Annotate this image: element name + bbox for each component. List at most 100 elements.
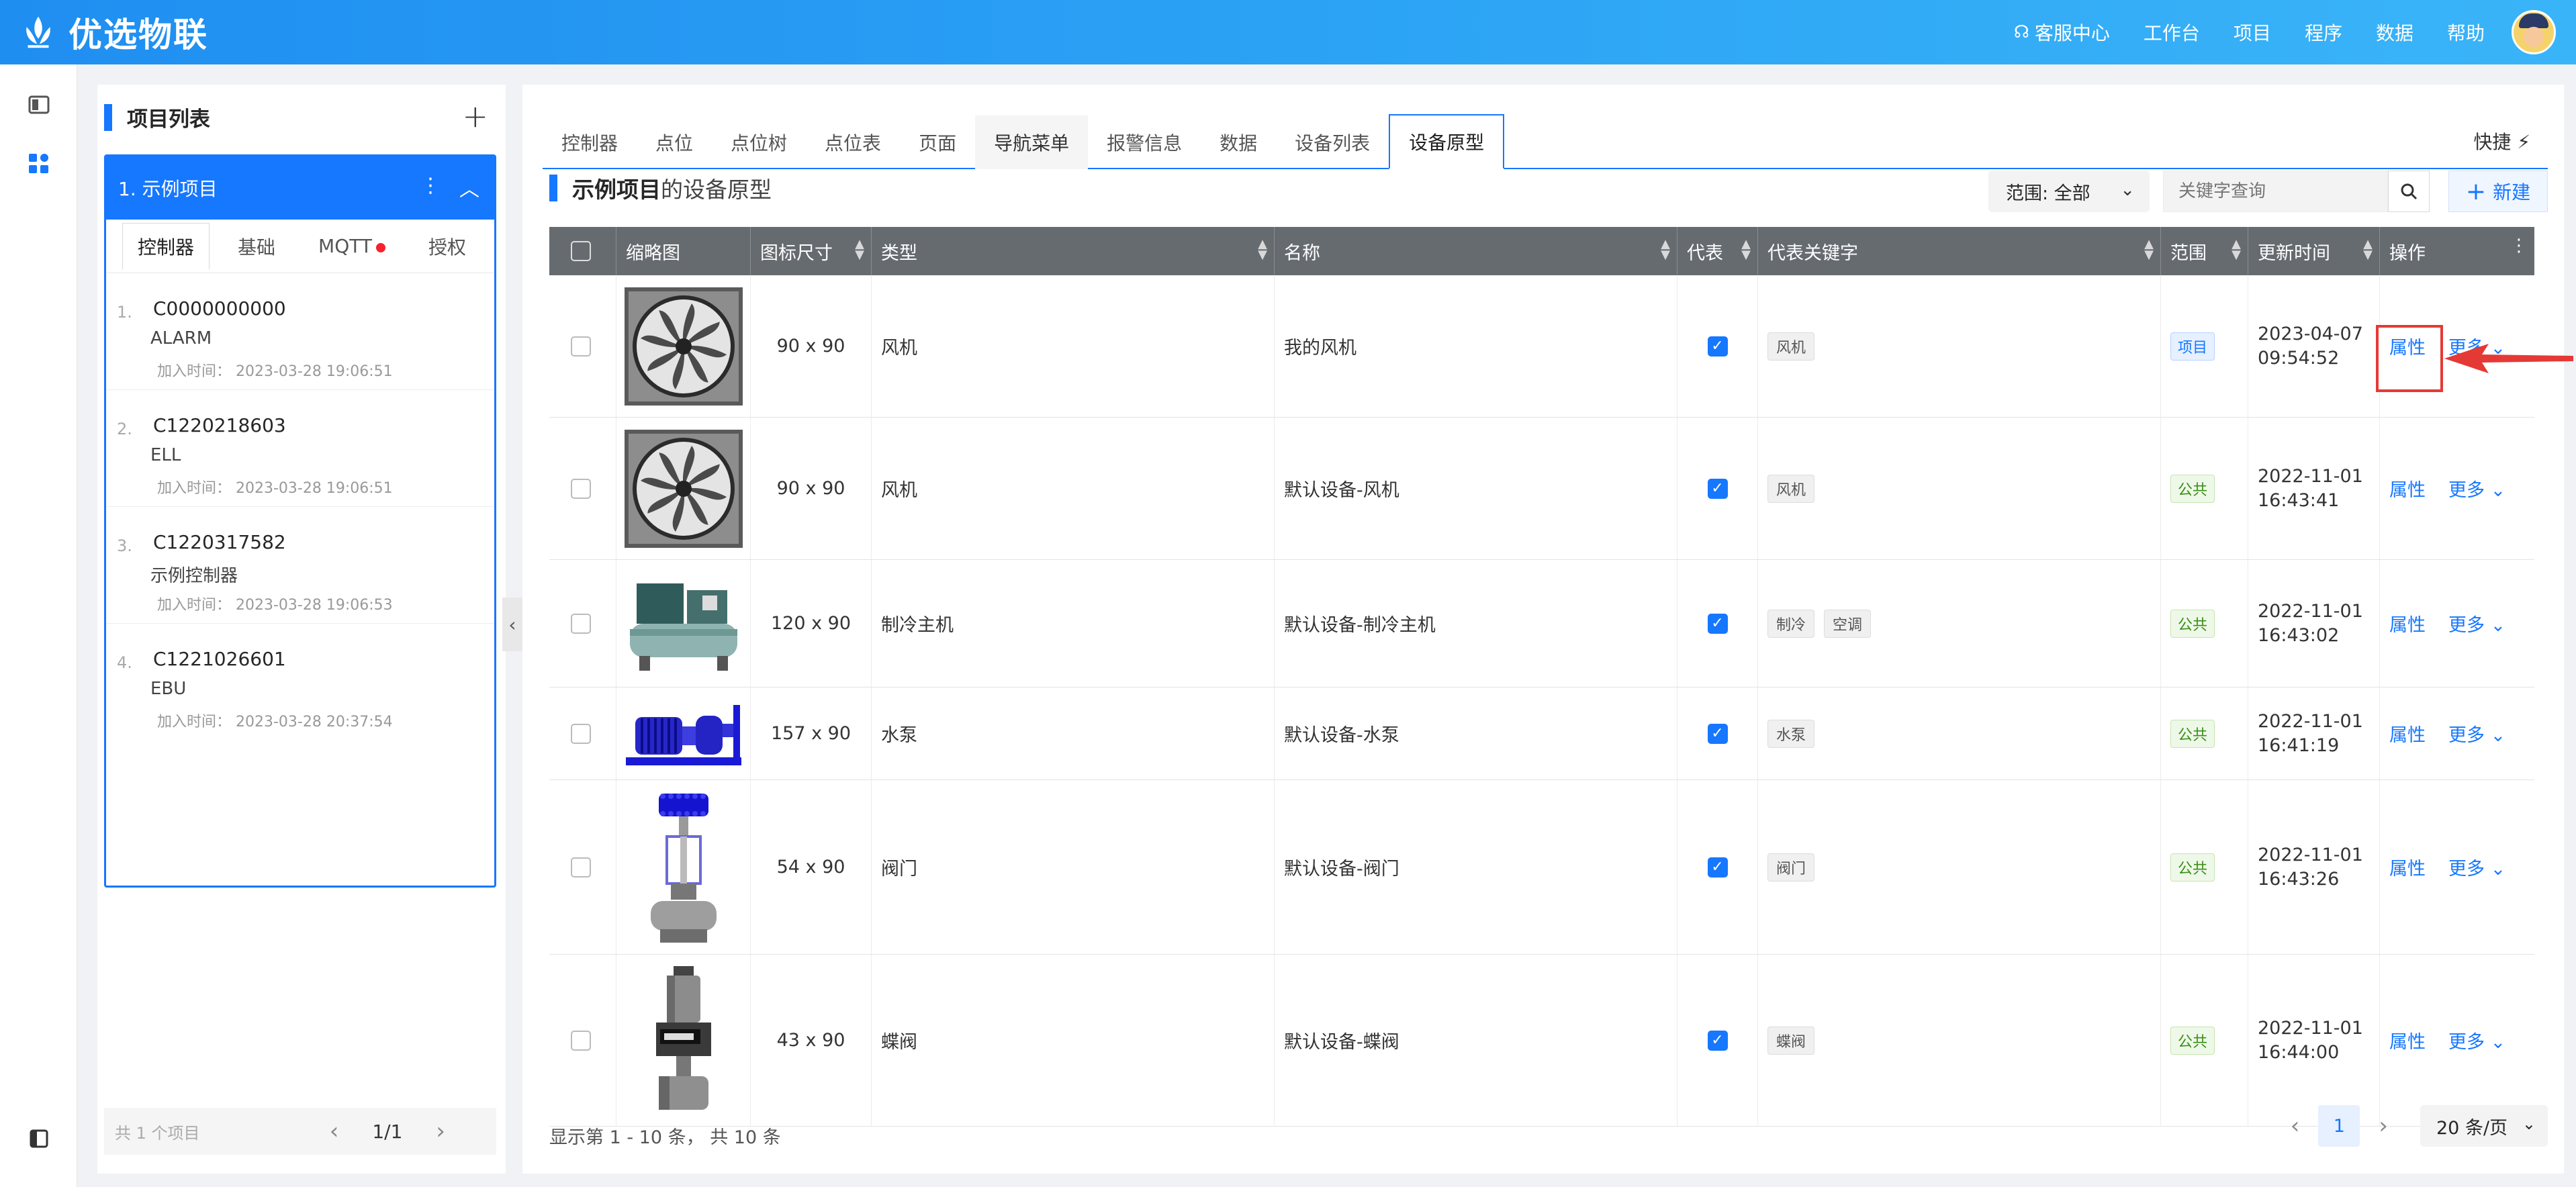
header-size[interactable]: 图标尺寸 ▲ ▼ — [751, 227, 872, 275]
header-representative[interactable]: 代表 ▲ ▼ — [1677, 227, 1758, 275]
new-button[interactable]: + 新建 — [2448, 171, 2548, 212]
table-row[interactable]: 157 x 90 水泵 默认设备-水泵 ✓ 水泵 公共 2022-11-01 16… — [549, 687, 2534, 780]
thumbnail[interactable] — [616, 955, 751, 1126]
header-name[interactable]: 名称 ▲ ▼ — [1275, 227, 1677, 275]
table-row[interactable]: 120 x 90 制冷主机 默认设备-制冷主机 ✓ 制冷 空调 公共 2022-1… — [549, 560, 2534, 687]
more-vertical-icon[interactable]: ⋮ — [2510, 237, 2528, 254]
subtab-mqtt[interactable]: MQTT — [304, 226, 400, 267]
book-icon[interactable] — [27, 93, 51, 117]
header-keywords[interactable]: 代表关键字 ▲ ▼ — [1758, 227, 2161, 275]
project-card-header[interactable]: 1. 示例项目 ⋮ ︿ — [106, 156, 494, 220]
avatar[interactable] — [2512, 10, 2556, 54]
sort-icon: ▲ ▼ — [1741, 237, 1751, 262]
tab-device-list[interactable]: 设备列表 — [1276, 115, 1389, 169]
thumbnail[interactable] — [616, 780, 751, 954]
attr-link[interactable]: 属性 — [2389, 854, 2426, 880]
page-1-button[interactable]: 1 — [2318, 1105, 2360, 1147]
tab-point-tree[interactable]: 点位树 — [712, 115, 806, 169]
chevron-right-icon[interactable]: › — [436, 1118, 445, 1145]
tab-page[interactable]: 页面 — [900, 115, 975, 169]
device-type: 风机 — [872, 418, 1275, 559]
controller-name: ELL — [150, 445, 181, 465]
nav-service-center[interactable]: ☊ 客服中心 — [2014, 19, 2110, 46]
representative-checkbox[interactable]: ✓ — [1707, 478, 1728, 499]
attr-link[interactable]: 属性 — [2389, 610, 2426, 636]
representative-cell: ✓ — [1677, 418, 1758, 559]
representative-checkbox[interactable]: ✓ — [1707, 857, 1728, 877]
attr-link[interactable]: 属性 — [2389, 720, 2426, 747]
row-checkbox[interactable] — [571, 613, 591, 634]
row-checkbox[interactable] — [571, 723, 591, 744]
chevron-left-icon[interactable]: ‹ — [330, 1118, 339, 1145]
more-vertical-icon[interactable]: ⋮ — [420, 174, 441, 197]
representative-checkbox[interactable]: ✓ — [1707, 1030, 1728, 1051]
subtab-controller[interactable]: 控制器 — [122, 222, 210, 270]
more-dropdown[interactable]: 更多 ⌄ — [2448, 610, 2505, 636]
controller-time: 加入时间： 2023-03-28 20:37:54 — [157, 714, 393, 730]
sort-icon: ▲ ▼ — [1661, 237, 1670, 262]
representative-checkbox[interactable]: ✓ — [1707, 336, 1728, 357]
row-checkbox[interactable] — [571, 336, 591, 357]
header-scope[interactable]: 范围 ▲ ▼ — [2161, 227, 2248, 275]
list-item[interactable]: 4. C1221026601 EBU 加入时间： 2023-03-28 20:3… — [106, 624, 494, 741]
tab-alarm[interactable]: 报警信息 — [1088, 115, 1201, 169]
more-dropdown[interactable]: 更多 ⌄ — [2448, 475, 2505, 502]
thumbnail[interactable] — [616, 275, 751, 417]
list-item[interactable]: 2. C1220218603 ELL 加入时间： 2023-03-28 19:0… — [106, 390, 494, 507]
page-size-select[interactable]: 20 条/页 ⌄ — [2420, 1105, 2548, 1147]
updated-cell: 2022-11-01 16:41:19 — [2248, 687, 2380, 779]
subtab-auth[interactable]: 授权 — [414, 224, 481, 269]
representative-checkbox[interactable]: ✓ — [1707, 613, 1728, 634]
project-list-panel: 项目列表 + 1. 示例项目 ⋮ ︿ 控制器 基础 MQTT 授权 1. C00… — [97, 85, 506, 1174]
nav-workbench[interactable]: 工作台 — [2144, 19, 2200, 46]
chevron-right-icon[interactable]: › — [2379, 1112, 2388, 1139]
row-checkbox[interactable] — [571, 857, 591, 877]
thumbnail[interactable] — [616, 560, 751, 687]
select-all-checkbox[interactable] — [571, 241, 591, 261]
thumbnail[interactable] — [616, 687, 751, 779]
more-dropdown[interactable]: 更多 ⌄ — [2448, 854, 2505, 880]
project-card: 1. 示例项目 ⋮ ︿ 控制器 基础 MQTT 授权 1. C000000000… — [104, 154, 496, 888]
tab-controller[interactable]: 控制器 — [543, 115, 637, 169]
search-input[interactable] — [2163, 171, 2388, 212]
attr-link[interactable]: 属性 — [2389, 1027, 2426, 1053]
tab-data[interactable]: 数据 — [1201, 115, 1276, 169]
list-item[interactable]: 1. C0000000000 ALARM 加入时间： 2023-03-28 19… — [106, 273, 494, 390]
tab-device-prototype[interactable]: 设备原型 — [1389, 114, 1505, 169]
panel-toggle-icon[interactable] — [27, 1127, 51, 1151]
quick-button[interactable]: 快捷 ⚡ — [2473, 128, 2530, 154]
nav-program[interactable]: 程序 — [2305, 19, 2342, 46]
add-project-button[interactable]: + — [462, 98, 488, 134]
updated-cell: 2022-11-01 16:43:26 — [2248, 780, 2380, 954]
row-checkbox[interactable] — [571, 1030, 591, 1051]
updated-time: 16:43:02 — [2258, 624, 2340, 646]
nav-project[interactable]: 项目 — [2234, 19, 2271, 46]
nav-help[interactable]: 帮助 — [2447, 19, 2485, 46]
nav-data[interactable]: 数据 — [2376, 19, 2413, 46]
table-row[interactable]: 43 x 90 蝶阀 默认设备-蝶阀 ✓ 蝶阀 公共 2022-11-01 16:… — [549, 955, 2534, 1127]
more-dropdown[interactable]: 更多 ⌄ — [2448, 1027, 2505, 1053]
header-updated[interactable]: 更新时间 ▲ ▼ — [2248, 227, 2380, 275]
representative-checkbox[interactable]: ✓ — [1707, 723, 1728, 744]
dashboard-icon[interactable] — [27, 152, 51, 176]
attr-link[interactable]: 属性 — [2389, 475, 2426, 502]
thumbnail[interactable] — [616, 418, 751, 559]
collapse-panel-button[interactable]: ‹ — [502, 598, 522, 651]
header-type[interactable]: 类型 ▲ ▼ — [872, 227, 1275, 275]
table-row[interactable]: 90 x 90 风机 我的风机 ✓ 风机 项目 2023-04-07 09:54:… — [549, 275, 2534, 418]
list-item[interactable]: 3. C1220317582 示例控制器 加入时间： 2023-03-28 19… — [106, 507, 494, 624]
app-logo[interactable]: 优选物联 — [19, 8, 208, 56]
table-row[interactable]: 54 x 90 阀门 默认设备-阀门 ✓ 阀门 公共 2022-11-01 16:… — [549, 780, 2534, 955]
subtab-basic[interactable]: 基础 — [223, 224, 290, 269]
tab-nav-menu[interactable]: 导航菜单 — [975, 115, 1089, 169]
scope-select[interactable]: 范围: 全部 ⌄ — [1988, 171, 2150, 212]
row-checkbox[interactable] — [571, 478, 591, 499]
table-row[interactable]: 90 x 90 风机 默认设备-风机 ✓ 风机 公共 2022-11-01 16:… — [549, 418, 2534, 560]
search-button[interactable] — [2388, 171, 2430, 212]
chevron-left-icon[interactable]: ‹ — [2291, 1112, 2300, 1139]
tab-point[interactable]: 点位 — [637, 115, 712, 169]
more-dropdown[interactable]: 更多 ⌄ — [2448, 720, 2505, 747]
controller-code: C0000000000 — [153, 297, 286, 320]
chevron-up-icon[interactable]: ︿ — [459, 173, 479, 202]
tab-point-table[interactable]: 点位表 — [806, 115, 900, 169]
